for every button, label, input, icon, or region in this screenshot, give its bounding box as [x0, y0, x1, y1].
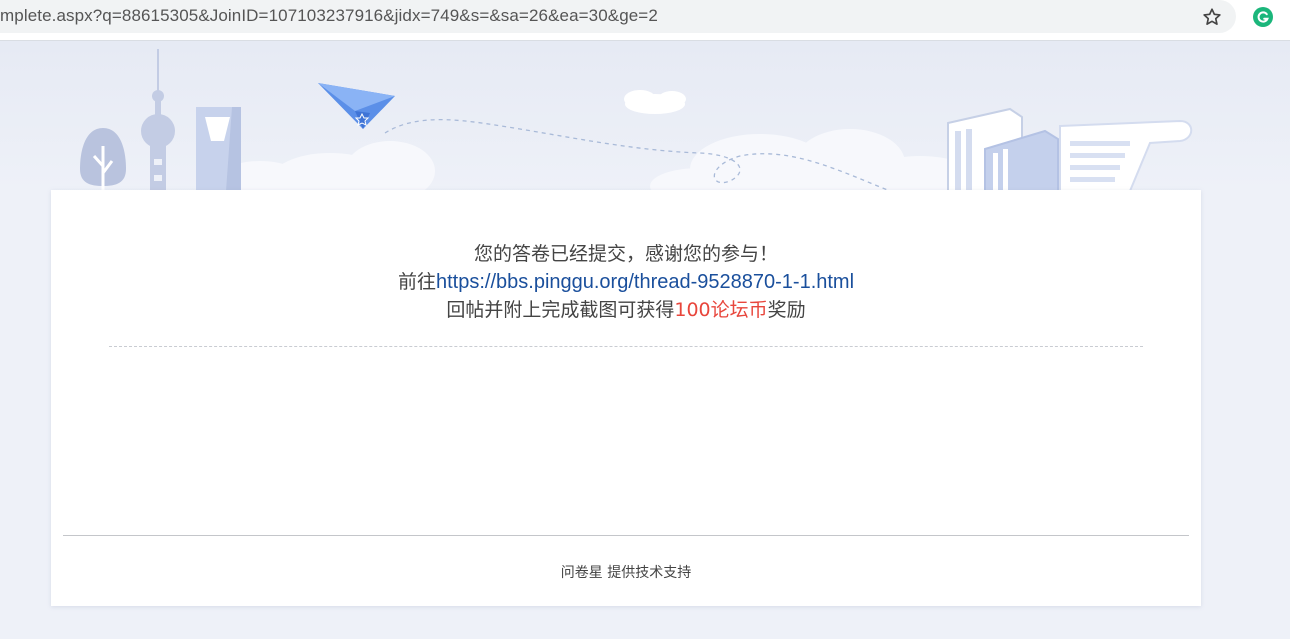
support-text: 提供技术支持 — [602, 565, 692, 581]
dashed-divider — [109, 346, 1143, 347]
tower-building-icon — [196, 107, 241, 191]
books-icon — [947, 107, 1059, 191]
url-text[interactable]: mplete.aspx?q=88615305&JoinID=1071032379… — [0, 6, 658, 26]
forum-link-line: 前往https://bbs.pinggu.org/thread-9528870-… — [51, 268, 1201, 296]
tree-icon — [80, 128, 126, 191]
cloud-icon — [624, 90, 686, 114]
footer-divider — [63, 535, 1189, 536]
thank-you-text: 您的答卷已经提交，感谢您的参与！ — [473, 243, 778, 265]
header-illustration — [0, 41, 1290, 191]
reward-line: 回帖并附上完成截图可获得100论坛币奖励 — [51, 296, 1201, 324]
tv-tower-icon — [141, 49, 175, 191]
brand-link[interactable]: 问卷星 — [561, 565, 603, 581]
scroll-paper-icon — [1059, 119, 1193, 191]
browser-toolbar: mplete.aspx?q=88615305&JoinID=1071032379… — [0, 0, 1290, 41]
address-bar[interactable]: mplete.aspx?q=88615305&JoinID=1071032379… — [0, 0, 1236, 33]
completion-message: 您的答卷已经提交，感谢您的参与！ 前往https://bbs.pinggu.or… — [51, 240, 1201, 324]
footer: 问卷星 提供技术支持 — [51, 562, 1201, 582]
forum-thread-link[interactable]: https://bbs.pinggu.org/thread-9528870-1-… — [436, 271, 854, 293]
grammarly-icon[interactable] — [1252, 6, 1274, 28]
reply-instruction: 回帖并附上完成截图可获得 — [446, 299, 675, 321]
star-icon[interactable] — [1200, 6, 1224, 28]
goto-label: 前往 — [397, 271, 436, 293]
completion-card: 您的答卷已经提交，感谢您的参与！ 前往https://bbs.pinggu.or… — [51, 190, 1201, 606]
reward-amount: 100论坛币 — [674, 299, 768, 321]
reward-suffix: 奖励 — [767, 299, 806, 321]
cloud-icon — [215, 129, 980, 191]
